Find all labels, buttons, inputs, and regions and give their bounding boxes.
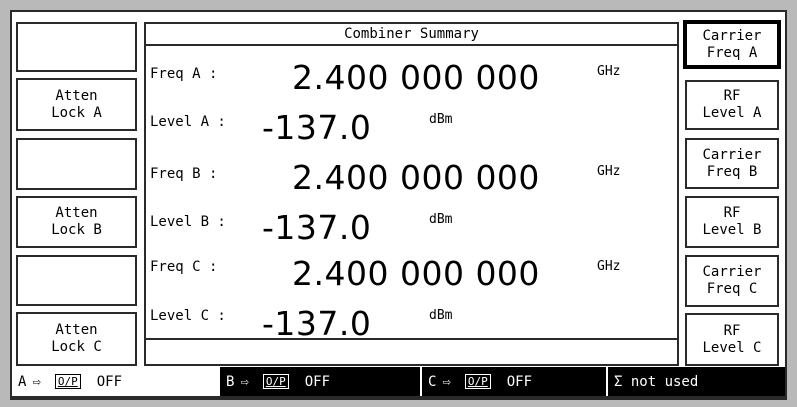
level-a-unit: dBm [429, 112, 453, 127]
carrier-freq-b-button[interactable]: Carrier Freq B [685, 138, 779, 189]
softkey-label: Carrier [702, 264, 762, 280]
status-bar: A ⇨ O/P OFF B ⇨ O/P OFF C ⇨ O/P OFF Σ no… [10, 367, 787, 398]
level-b-label: Level B : [150, 214, 226, 230]
level-b-unit: dBm [429, 212, 453, 227]
output-a-icon: O/P [54, 374, 81, 389]
softkey-label: Carrier [702, 146, 762, 163]
status-output-b[interactable]: B ⇨ O/P OFF [220, 367, 420, 396]
arrow-right-icon: ⇨ [240, 373, 249, 390]
atten-lock-a-button[interactable]: Atten Lock A [16, 78, 137, 131]
rf-level-b-button[interactable]: RF Level B [685, 196, 779, 248]
panel-title: Combiner Summary [146, 24, 677, 46]
freq-b-label: Freq B : [150, 166, 218, 182]
status-output-c[interactable]: C ⇨ O/P OFF [420, 367, 606, 396]
atten-lock-b-button[interactable]: Atten Lock B [16, 196, 137, 248]
channel-b-label: B [226, 373, 235, 390]
rf-level-a-button[interactable]: RF Level A [685, 80, 779, 130]
status-sigma: Σ not used [606, 367, 785, 396]
arrow-right-icon: ⇨ [32, 373, 41, 390]
softkey-label: RF [723, 88, 741, 104]
summary-footer [146, 338, 677, 364]
softkey-label: Atten [55, 322, 98, 338]
freq-b-value[interactable]: 2.400 000 000 [292, 158, 540, 197]
freq-c-label: Freq C : [150, 259, 218, 275]
softkey-label: Freq A [706, 44, 758, 61]
output-c-icon: O/P [464, 374, 491, 389]
freq-c-value[interactable]: 2.400 000 000 [292, 254, 540, 293]
softkey-label: RF [723, 322, 741, 339]
freq-c-unit: GHz [597, 259, 621, 274]
carrier-freq-c-button[interactable]: Carrier Freq C [685, 255, 779, 307]
softkey-label: Level B [702, 222, 762, 238]
left-softkey-3[interactable] [16, 138, 137, 190]
softkey-label: Lock B [51, 222, 102, 238]
status-output-a[interactable]: A ⇨ O/P OFF [12, 367, 220, 396]
freq-a-value[interactable]: 2.400 000 000 [292, 58, 540, 97]
freq-b-unit: GHz [597, 164, 621, 179]
level-b-value[interactable]: -137.0 [262, 208, 371, 247]
output-b-icon: O/P [262, 374, 289, 389]
combiner-summary-panel: Combiner Summary Freq A : 2.400 000 000 … [144, 22, 679, 366]
softkey-label: Atten [55, 87, 98, 104]
softkey-label: Lock C [51, 339, 102, 355]
level-a-value[interactable]: -137.0 [262, 108, 371, 147]
level-a-label: Level A : [150, 114, 226, 130]
atten-lock-c-button[interactable]: Atten Lock C [16, 312, 137, 366]
output-b-state: OFF [304, 373, 331, 390]
channel-a-label: A [18, 373, 27, 390]
carrier-freq-a-button[interactable]: Carrier Freq A [683, 20, 781, 69]
level-c-label: Level C : [150, 308, 226, 324]
level-c-unit: dBm [429, 308, 453, 323]
softkey-label: Freq C [706, 281, 758, 297]
channel-c-label: C [428, 373, 437, 390]
softkey-label: Carrier [702, 27, 762, 44]
arrow-right-icon: ⇨ [442, 373, 451, 390]
softkey-label: Freq B [706, 163, 758, 180]
softkey-label: Lock A [51, 104, 102, 121]
left-softkey-1[interactable] [16, 22, 137, 72]
softkey-label: Atten [55, 205, 98, 221]
left-softkey-5[interactable] [16, 255, 137, 306]
softkey-label: RF [723, 205, 741, 221]
output-c-state: OFF [506, 373, 533, 390]
rf-level-c-button[interactable]: RF Level C [685, 313, 779, 366]
freq-a-unit: GHz [597, 64, 621, 79]
softkey-label: Level A [702, 105, 762, 121]
softkey-label: Level C [702, 339, 762, 356]
output-a-state: OFF [96, 373, 123, 390]
freq-a-label: Freq A : [150, 66, 218, 82]
sigma-status-text: Σ not used [614, 373, 699, 390]
